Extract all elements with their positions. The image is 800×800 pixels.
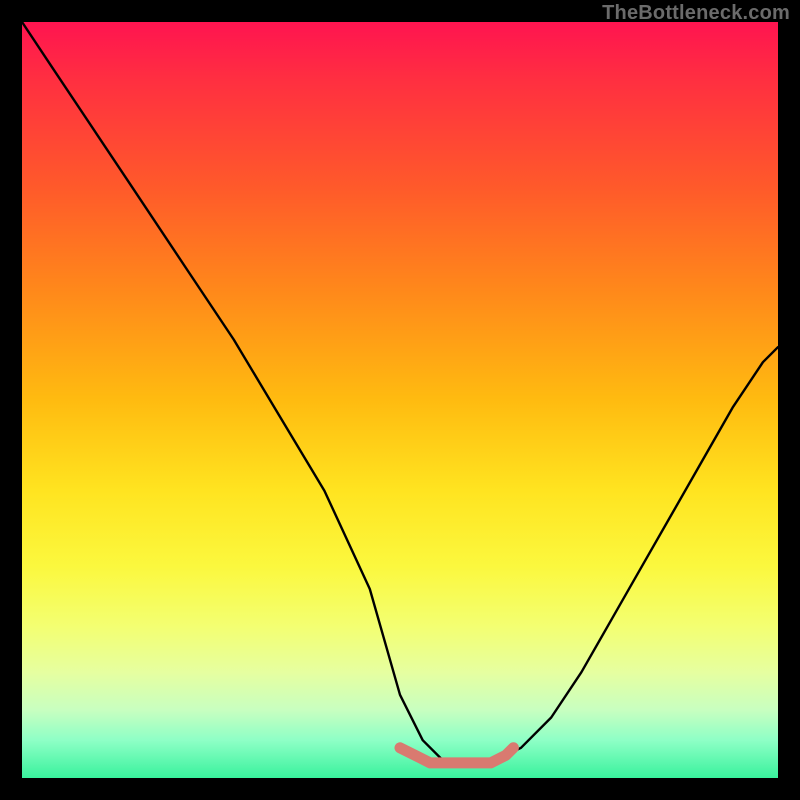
optimal-band xyxy=(400,748,513,763)
chart-svg xyxy=(22,22,778,778)
plot-area xyxy=(22,22,778,778)
chart-frame: TheBottleneck.com xyxy=(0,0,800,800)
bottleneck-curve xyxy=(22,22,778,763)
